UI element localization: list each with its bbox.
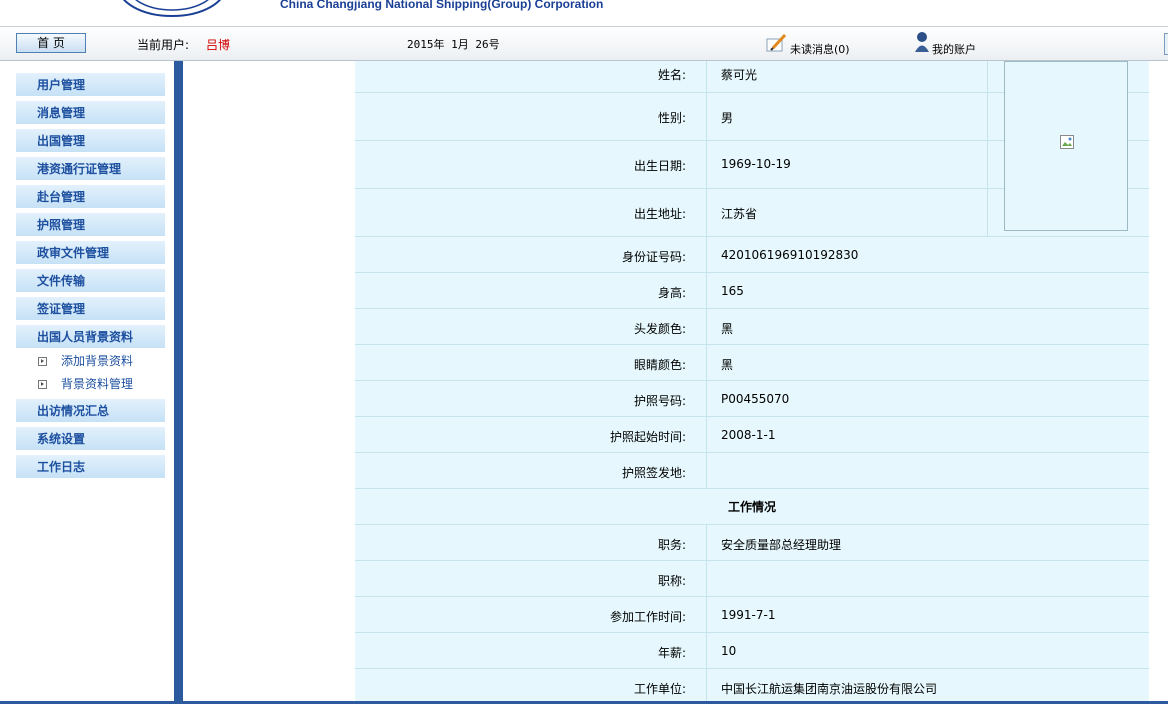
row-value: 江苏省 [721, 207, 758, 221]
main-content: 姓名: 蔡可光 性别: 男 出生日期: 1969-10-19 出生地址: 江苏省 [183, 61, 1168, 704]
company-name: China Changjiang National Shipping(Group… [280, 0, 604, 11]
row-label: 身份证号码: [621, 250, 686, 264]
row-label: 姓名: [657, 68, 686, 82]
sidebar-subitem-background-management[interactable]: 背景资料管理 [38, 374, 133, 394]
work-row: 工作单位: 中国长江航运集团南京油运股份有限公司 [355, 669, 1149, 704]
sidebar-item-outbound-management[interactable]: 出国管理 [16, 129, 165, 153]
row-value: 10 [721, 644, 737, 658]
current-user-name: 吕博 [206, 38, 231, 52]
current-date: 2015年 1月 26号 [407, 38, 500, 51]
sidebar-divider [174, 61, 183, 704]
profile-row: 护照起始时间: 2008-1-1 [355, 417, 1149, 453]
row-label: 头发颜色: [633, 322, 686, 336]
row-label: 性别: [657, 111, 686, 125]
row-label: 护照签发地: [621, 466, 686, 480]
sidebar-item-user-management[interactable]: 用户管理 [16, 73, 165, 97]
top-toolbar: 首 页 当前用户: 吕博 2015年 1月 26号 未读消息(0) 我的账户 [0, 26, 1168, 61]
row-value: P00455070 [721, 392, 790, 406]
row-label: 出生地址: [633, 207, 686, 221]
company-logo [122, 0, 222, 17]
sidebar-item-file-transfer[interactable]: 文件传输 [16, 269, 165, 293]
sidebar-subitem-add-background[interactable]: 添加背景资料 [38, 351, 133, 371]
work-row: 参加工作时间: 1991-7-1 [355, 597, 1149, 633]
row-value: 蔡可光 [721, 68, 758, 82]
row-label: 参加工作时间: [609, 610, 686, 624]
row-label: 护照号码: [633, 394, 686, 408]
sidebar-item-political-review[interactable]: 政审文件管理 [16, 241, 165, 265]
sidebar-item-visit-summary[interactable]: 出访情况汇总 [16, 399, 165, 423]
profile-row: 护照号码: P00455070 [355, 381, 1149, 417]
sidebar-item-background-info[interactable]: 出国人员背景资料 [16, 325, 165, 349]
profile-row: 头发颜色: 黑 [355, 309, 1149, 345]
work-section-title: 工作情况 [355, 489, 1149, 525]
sidebar-item-work-log[interactable]: 工作日志 [16, 455, 165, 479]
sidebar-item-hk-permit-management[interactable]: 港资通行证管理 [16, 157, 165, 181]
sidebar-menu: 用户管理 消息管理 出国管理 港资通行证管理 赴台管理 护照管理 政审文件管理 … [0, 61, 174, 704]
sidebar-item-message-management[interactable]: 消息管理 [16, 101, 165, 125]
row-label: 职务: [657, 538, 686, 552]
sidebar-item-passport-management[interactable]: 护照管理 [16, 213, 165, 237]
broken-image-icon [1060, 135, 1074, 149]
work-row: 职务: 安全质量部总经理助理 [355, 525, 1149, 561]
row-label: 眼睛颜色: [633, 358, 686, 372]
sidebar-item-taiwan-management[interactable]: 赴台管理 [16, 185, 165, 209]
row-value: 1991-7-1 [721, 608, 776, 622]
profile-row: 身份证号码: 420106196910192830 [355, 237, 1149, 273]
row-value: 1969-10-19 [721, 157, 791, 171]
user-icon [915, 32, 929, 52]
expand-box-icon [38, 380, 47, 389]
row-value: 安全质量部总经理助理 [721, 538, 842, 552]
row-label: 职称: [657, 574, 686, 588]
row-label: 出生日期: [633, 159, 686, 173]
profile-row: 护照签发地: [355, 453, 1149, 489]
row-label: 年薪: [657, 646, 686, 660]
expand-box-icon [38, 357, 47, 366]
profile-row: 身高: 165 [355, 273, 1149, 309]
my-account-label: 我的账户 [932, 43, 976, 56]
home-button[interactable]: 首 页 [16, 33, 86, 53]
row-value: 2008-1-1 [721, 428, 776, 442]
toolbar-edge [1164, 33, 1168, 55]
row-value: 165 [721, 284, 744, 298]
profile-row: 眼睛颜色: 黑 [355, 345, 1149, 381]
row-label: 护照起始时间: [609, 430, 686, 444]
row-value: 男 [721, 111, 734, 125]
work-row: 年薪: 10 [355, 633, 1149, 669]
page-header: China Changjiang National Shipping(Group… [0, 0, 1168, 26]
sidebar-item-system-settings[interactable]: 系统设置 [16, 427, 165, 451]
edit-message-icon [766, 33, 787, 52]
row-value: 黑 [721, 358, 734, 372]
profile-photo [1004, 61, 1128, 231]
row-value: 420106196910192830 [721, 248, 859, 262]
sidebar-item-visa-management[interactable]: 签证管理 [16, 297, 165, 321]
row-value: 中国长江航运集团南京油运股份有限公司 [721, 682, 938, 696]
unread-messages-label: 未读消息(0) [790, 43, 850, 56]
current-user-label: 当前用户: [137, 38, 190, 52]
work-row: 职称: [355, 561, 1149, 597]
row-label: 身高: [657, 286, 686, 300]
row-label: 工作单位: [633, 682, 686, 696]
row-value: 黑 [721, 322, 734, 336]
